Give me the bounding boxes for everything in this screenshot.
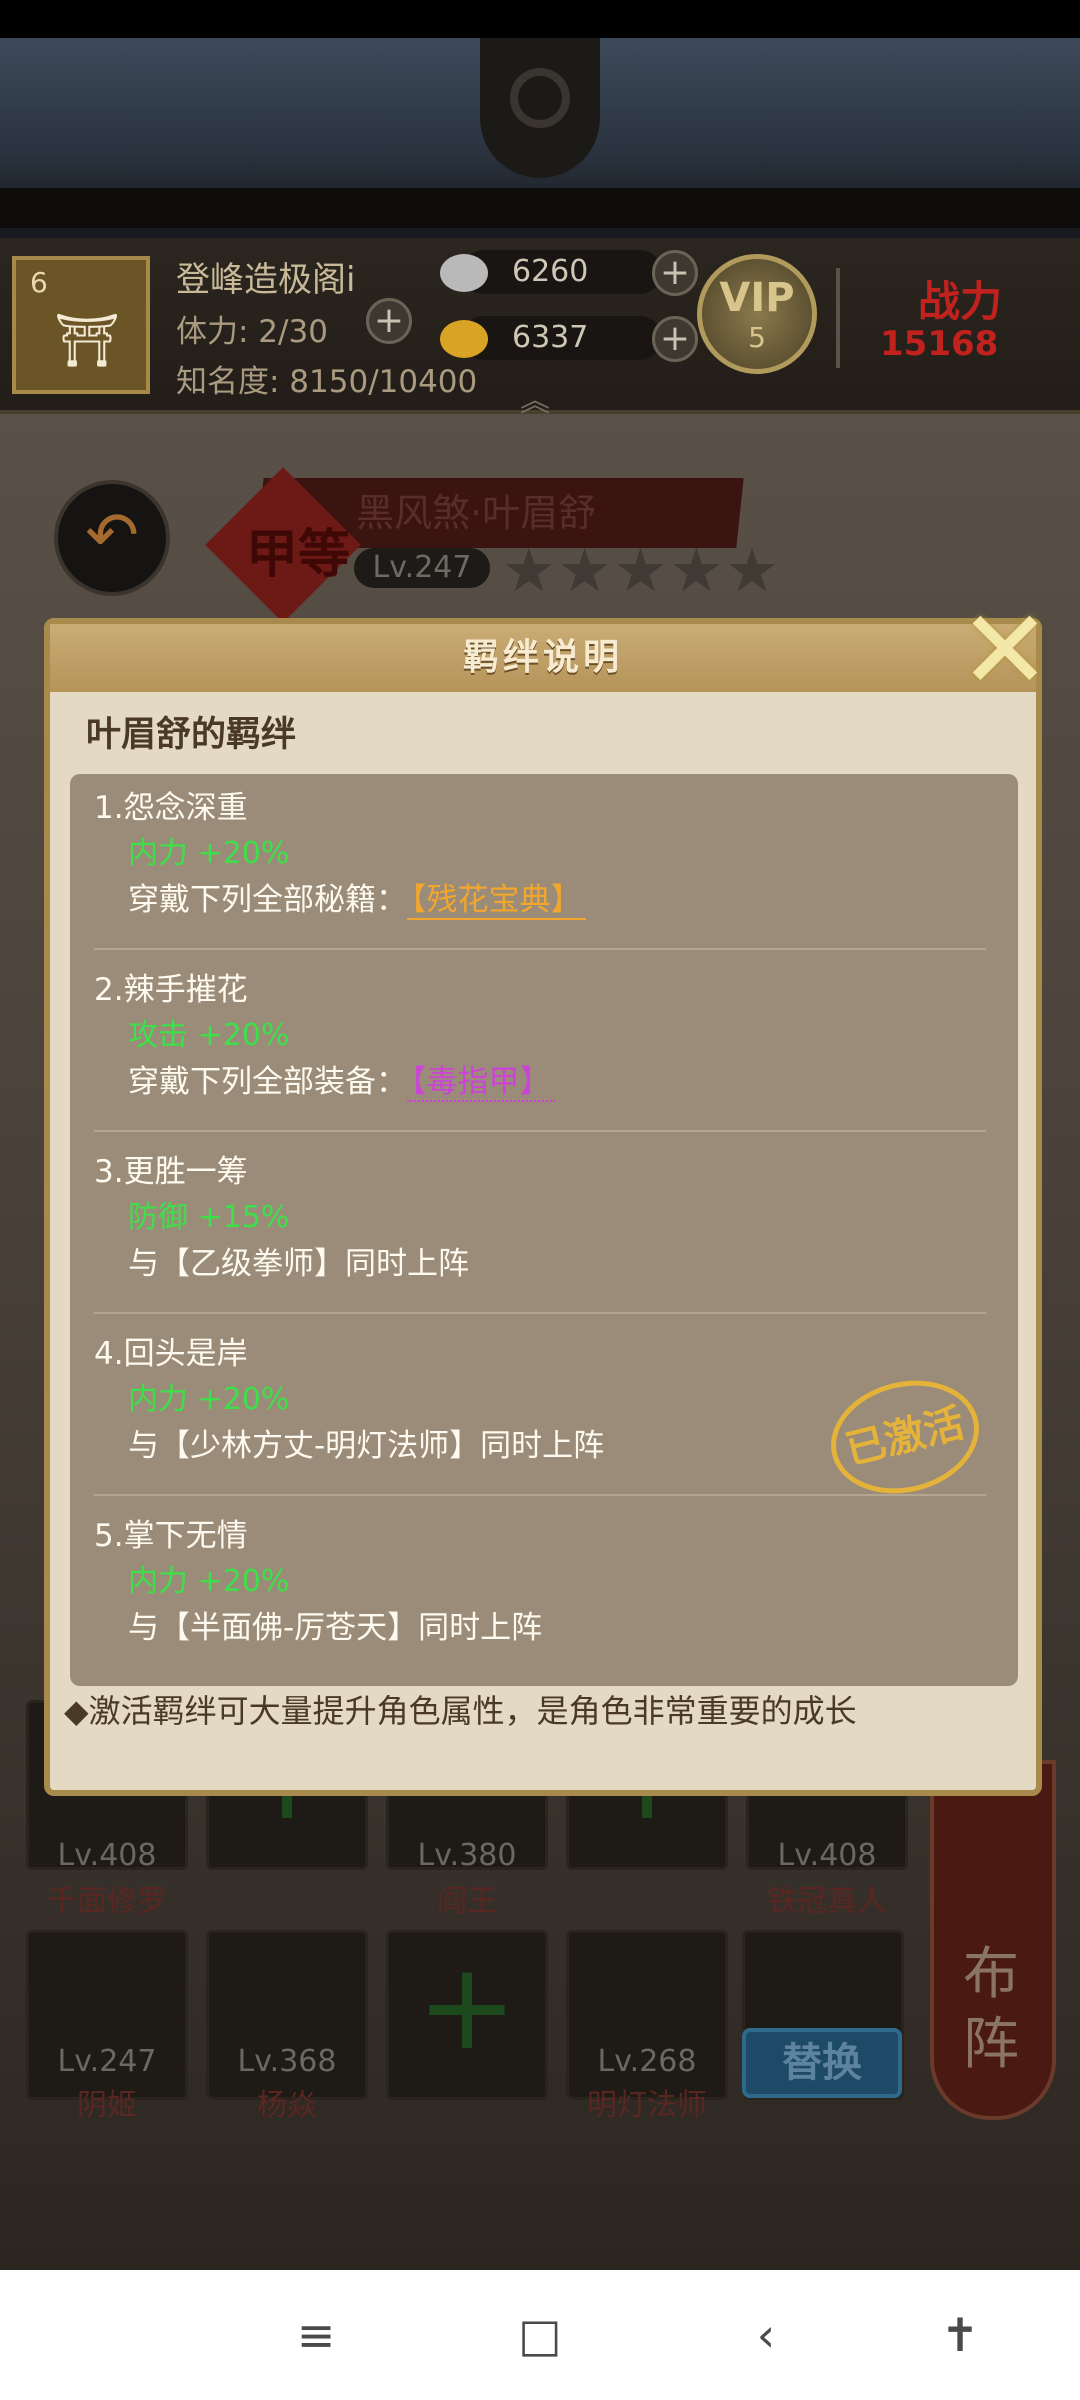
roster-name: 阴姬 — [77, 2088, 137, 2123]
roster-level: Lv.380 — [417, 1838, 517, 1873]
bond-list: 1.怨念深重 内力 +20% 穿戴下列全部秘籍： 【残花宝典】 2.辣手摧花 攻击… — [70, 774, 1018, 1686]
back-icon[interactable]: ‹ — [726, 2300, 806, 2370]
roof-decoration — [0, 38, 1080, 238]
menu-icon[interactable]: ≡ — [276, 2300, 356, 2370]
back-arrow-icon[interactable]: ↶ — [54, 480, 170, 596]
roof-ornament-icon — [480, 38, 600, 178]
roster-level: Lv.408 — [777, 1838, 877, 1873]
list-item: 1.怨念深重 内力 +20% 穿戴下列全部秘籍： 【残花宝典】 — [70, 774, 1018, 954]
navigation-bar: ≡ □ ‹ ✝ — [0, 2270, 1080, 2400]
list-item: 5.掌下无情 内力 +20% 与【半面佛-厉苍天】同时上阵 — [70, 1502, 1018, 1682]
bond-condition: 与【乙级拳师】同时上阵 — [128, 1246, 469, 1282]
stamina-text: 体力: 2/30 — [176, 314, 328, 350]
hero-level: Lv.247 — [354, 548, 490, 588]
home-icon[interactable]: □ — [500, 2300, 580, 2370]
required-item-link[interactable]: 【毒指甲】 — [407, 1064, 555, 1102]
pagoda-icon: ⛩ — [54, 311, 121, 371]
add-stamina-button[interactable]: + — [366, 298, 412, 344]
bond-bonus: 内力 +20% — [128, 1382, 290, 1417]
hero-title: 黑风煞·叶眉舒 — [356, 491, 597, 535]
divider — [94, 948, 986, 950]
bond-heading: 叶眉舒的羁绊 — [86, 715, 297, 755]
hero-star-rating: ★★★★★ — [502, 536, 781, 606]
add-silver-button[interactable]: + — [652, 250, 698, 296]
list-item: 3.更胜一筹 防御 +15% 与【乙级拳师】同时上阵 — [70, 1138, 1018, 1318]
replace-button[interactable]: 替换 — [742, 2028, 902, 2098]
roof-eave — [0, 188, 1080, 228]
player-name: 登峰造极阁i — [176, 260, 356, 300]
roster-level: Lv.408 — [57, 1838, 157, 1873]
silver-amount: 6260 — [512, 254, 589, 289]
bond-bonus: 防御 +15% — [128, 1200, 290, 1235]
bond-title: 3.更胜一筹 — [94, 1154, 248, 1190]
formation-label: 布阵 — [963, 1942, 1019, 2077]
vip-level: 5 — [748, 321, 766, 354]
roster-name: 杨焱 — [257, 2088, 317, 2123]
roster-name: 阎王 — [437, 1884, 497, 1919]
required-item-link[interactable]: 【残花宝典】 — [407, 882, 586, 920]
modal-title: 羁绊说明 — [462, 637, 623, 678]
list-item: 2.辣手摧花 攻击 +20% 穿戴下列全部装备： 【毒指甲】 — [70, 956, 1018, 1136]
close-icon[interactable]: ✕ — [950, 595, 1060, 705]
roster-level: Lv.247 — [57, 2044, 157, 2079]
power-label: 战力 — [918, 277, 1003, 326]
divider — [836, 268, 840, 368]
gold-ingot-icon — [440, 320, 488, 358]
bond-footnote: ◆激活羁绊可大量提升角色属性，是角色非常重要的成长 — [64, 1692, 857, 1730]
status-bar — [0, 0, 1080, 38]
empty-slot-plus-icon[interactable]: + — [386, 1930, 548, 2100]
bond-title: 2.辣手摧花 — [94, 972, 248, 1008]
divider — [94, 1130, 986, 1132]
hero-grade: 甲等 — [246, 525, 351, 585]
roster-name: 明灯法师 — [587, 2088, 707, 2123]
silver-ingot-icon — [440, 254, 488, 292]
divider — [94, 1312, 986, 1314]
power-value: 15168 — [880, 324, 999, 364]
vip-label: VIP — [719, 275, 795, 321]
add-gold-button[interactable]: + — [652, 316, 698, 362]
bond-title: 5.掌下无情 — [94, 1518, 248, 1554]
roster-level: Lv.368 — [237, 2044, 337, 2079]
bond-bonus: 攻击 +20% — [128, 1018, 290, 1053]
roster-name: 千面修罗 — [47, 1884, 167, 1919]
roster-level: Lv.268 — [597, 2044, 697, 2079]
combat-power: 战力 15168 — [870, 268, 1070, 378]
player-level: 6 — [30, 266, 48, 299]
bond-title: 4.回头是岸 — [94, 1336, 248, 1372]
player-header: 6 ⛩ 登峰造极阁i 体力: 2/30 + 知名度: 8150/10400 62… — [0, 238, 1080, 419]
bond-condition: 与【少林方丈-明灯法师】同时上阵 — [128, 1428, 605, 1464]
vip-badge[interactable]: VIP 5 — [697, 254, 817, 374]
bond-title: 1.怨念深重 — [94, 790, 248, 826]
bond-info-modal: 羁绊说明 ✕ 叶眉舒的羁绊 1.怨念深重 内力 +20% 穿戴下列全部秘籍： 【残… — [44, 595, 1051, 1796]
roster-name: 铁冠真人 — [767, 1884, 887, 1919]
bond-bonus: 内力 +20% — [128, 836, 290, 871]
divider — [94, 1494, 986, 1496]
bond-condition: 与【半面佛-厉苍天】同时上阵 — [128, 1610, 543, 1646]
accessibility-icon[interactable]: ✝ — [920, 2300, 1000, 2370]
fame-text: 知名度: 8150/10400 — [176, 364, 478, 400]
player-level-avatar[interactable]: 6 ⛩ — [12, 256, 150, 394]
gold-amount: 6337 — [512, 320, 589, 355]
bond-bonus: 内力 +20% — [128, 1564, 290, 1599]
bond-condition: 穿戴下列全部装备： 【毒指甲】 — [128, 1056, 555, 1102]
bond-condition: 穿戴下列全部秘籍： 【残花宝典】 — [128, 874, 586, 920]
